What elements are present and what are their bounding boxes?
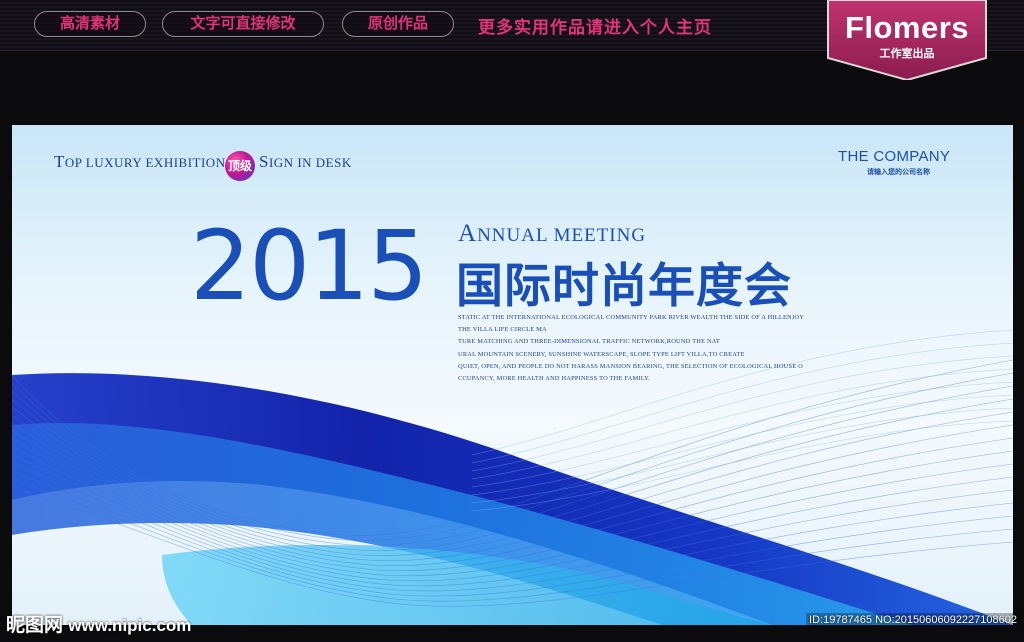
annual-meeting-heading: Annual meeting xyxy=(458,220,646,248)
site-url: www.nipic.com xyxy=(68,616,192,635)
tagline-left: Top luxury exhibition xyxy=(54,152,226,172)
description-line: URAL MOUNTAIN SCENERY, SUNSHINE WATERSCA… xyxy=(458,350,745,358)
company-name: THE COMPANY xyxy=(838,148,951,165)
description-line: CCUPANCY, MORE HEALTH AND HAPPINESS TO T… xyxy=(458,375,650,383)
description-line: TURE MATCHING AND THREE-DIMENSIONAL TRAF… xyxy=(458,338,720,346)
pill-editable-text[interactable]: 文字可直接修改 xyxy=(162,11,324,37)
site-name-cn: 昵图网 xyxy=(6,615,64,636)
annual-text: nnual meeting xyxy=(477,225,647,246)
chinese-title: 国际时尚年度会 xyxy=(456,259,792,312)
brand-subtitle: 工作室出品 xyxy=(879,48,935,60)
tagline-left-initial: T xyxy=(54,152,65,171)
tagline-right-text: ign in desk xyxy=(268,155,352,170)
description-block: STATIC AT THE INTERNATIONAL ECOLOGICAL C… xyxy=(458,312,838,385)
year-headline: 2015 xyxy=(190,210,428,322)
tagline-left-text: op luxury exhibition xyxy=(64,155,226,170)
promo-text[interactable]: 更多实用作品请进入个人主页 xyxy=(478,13,712,38)
description-line: THE VILLA LIFE CIRCLE MA xyxy=(458,326,547,334)
brand-badge: Flomers 工作室出品 xyxy=(826,0,988,80)
brand-name: Flomers xyxy=(844,10,970,45)
pill-original-work[interactable]: 原创作品 xyxy=(342,11,454,37)
annual-initial: A xyxy=(458,220,478,247)
tagline-right-initial: S xyxy=(259,152,269,171)
top-badge: 顶级 xyxy=(225,151,255,181)
tagline-right: Sign in desk xyxy=(259,152,352,172)
description-line: QUIET, OPEN, AND PEOPLE DO NOT HARASS MA… xyxy=(458,362,803,370)
image-id-watermark: ID:19787465 NO:20150606092227108602 xyxy=(806,613,1020,627)
event-banner: Top luxury exhibition 顶级 Sign in desk TH… xyxy=(12,125,1013,625)
description-line: STATIC AT THE INTERNATIONAL ECOLOGICAL C… xyxy=(458,314,805,321)
company-subtitle: 请输入您的公司名称 xyxy=(867,169,930,176)
site-watermark: 昵图网 www.nipic.com xyxy=(6,610,191,637)
pill-hd-material[interactable]: 高清素材 xyxy=(34,11,146,37)
